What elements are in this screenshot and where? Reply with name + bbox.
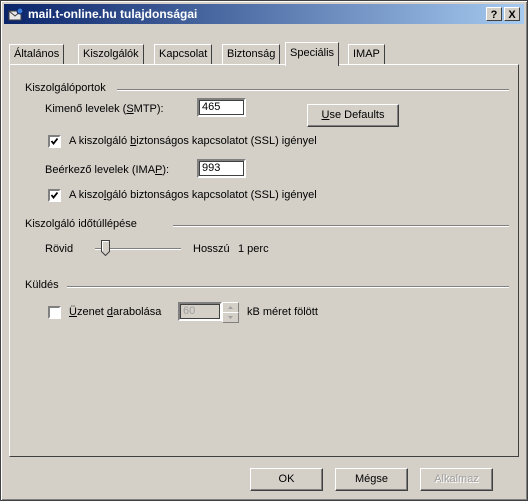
imap-port-input[interactable]: 993 bbox=[197, 159, 246, 178]
arrow-up-icon bbox=[228, 306, 233, 309]
tab-advanced[interactable]: Speciális bbox=[285, 42, 340, 66]
close-button[interactable]: X bbox=[504, 7, 520, 21]
spin-down-button[interactable] bbox=[222, 312, 239, 323]
smtp-port-input[interactable]: 465 bbox=[197, 98, 246, 117]
tab-connection[interactable]: Kapcsolat bbox=[154, 44, 213, 64]
smtp-ssl-label: A kiszolgáló biztonságos kapcsolatot (SS… bbox=[69, 135, 317, 147]
server-ports-group-label: Kiszolgálóportok bbox=[25, 82, 106, 94]
tab-servers[interactable]: Kiszolgálók bbox=[78, 44, 144, 64]
timeout-short-label: Rövid bbox=[45, 243, 74, 255]
checkmark-icon bbox=[50, 137, 59, 145]
imap-ssl-checkbox[interactable] bbox=[48, 189, 61, 202]
sending-group-label: Küldés bbox=[25, 279, 59, 291]
arrow-down-icon bbox=[228, 316, 233, 319]
imap-ssl-label: A kiszolgáló biztonságos kapcsolatot (SS… bbox=[69, 189, 317, 201]
tab-imap[interactable]: IMAP bbox=[348, 44, 385, 64]
split-size-input[interactable]: 60 bbox=[178, 302, 222, 321]
properties-dialog: mail.t-online.hu tulajdonságai ? X Által… bbox=[0, 0, 528, 501]
split-size-suffix: kB méret fölött bbox=[247, 306, 318, 318]
timeout-group-label: Kiszolgáló időtúllépése bbox=[25, 218, 137, 230]
mail-account-icon bbox=[8, 7, 24, 21]
title-bar[interactable]: mail.t-online.hu tulajdonságai ? X bbox=[4, 4, 524, 24]
timeout-long-label: Hosszú bbox=[193, 243, 230, 255]
use-defaults-button[interactable]: Use Defaults bbox=[307, 104, 399, 127]
imap-port-label: Beérkező levelek (IMAP): bbox=[45, 164, 170, 176]
tab-general[interactable]: Általános bbox=[9, 44, 65, 64]
sending-divider bbox=[67, 286, 509, 288]
smtp-port-label: Kimenő levelek (SMTP): bbox=[45, 103, 164, 115]
cancel-button[interactable]: Mégse bbox=[335, 468, 408, 491]
split-message-label: Üzenet darabolása bbox=[69, 306, 162, 318]
smtp-ssl-checkbox[interactable] bbox=[48, 135, 61, 148]
ok-button[interactable]: OK bbox=[250, 468, 323, 491]
advanced-panel bbox=[9, 64, 519, 457]
timeout-divider bbox=[173, 225, 509, 227]
server-ports-divider bbox=[117, 89, 509, 91]
apply-button[interactable]: Alkalmaz bbox=[420, 468, 493, 491]
split-message-checkbox[interactable] bbox=[48, 306, 61, 319]
window-title: mail.t-online.hu tulajdonságai bbox=[28, 7, 198, 21]
split-size-spinner[interactable] bbox=[222, 302, 239, 323]
checkmark-icon bbox=[50, 191, 59, 199]
help-button[interactable]: ? bbox=[486, 7, 502, 21]
timeout-value: 1 perc bbox=[238, 243, 269, 255]
timeout-slider-thumb[interactable] bbox=[101, 240, 111, 257]
tab-security[interactable]: Biztonság bbox=[222, 44, 281, 64]
